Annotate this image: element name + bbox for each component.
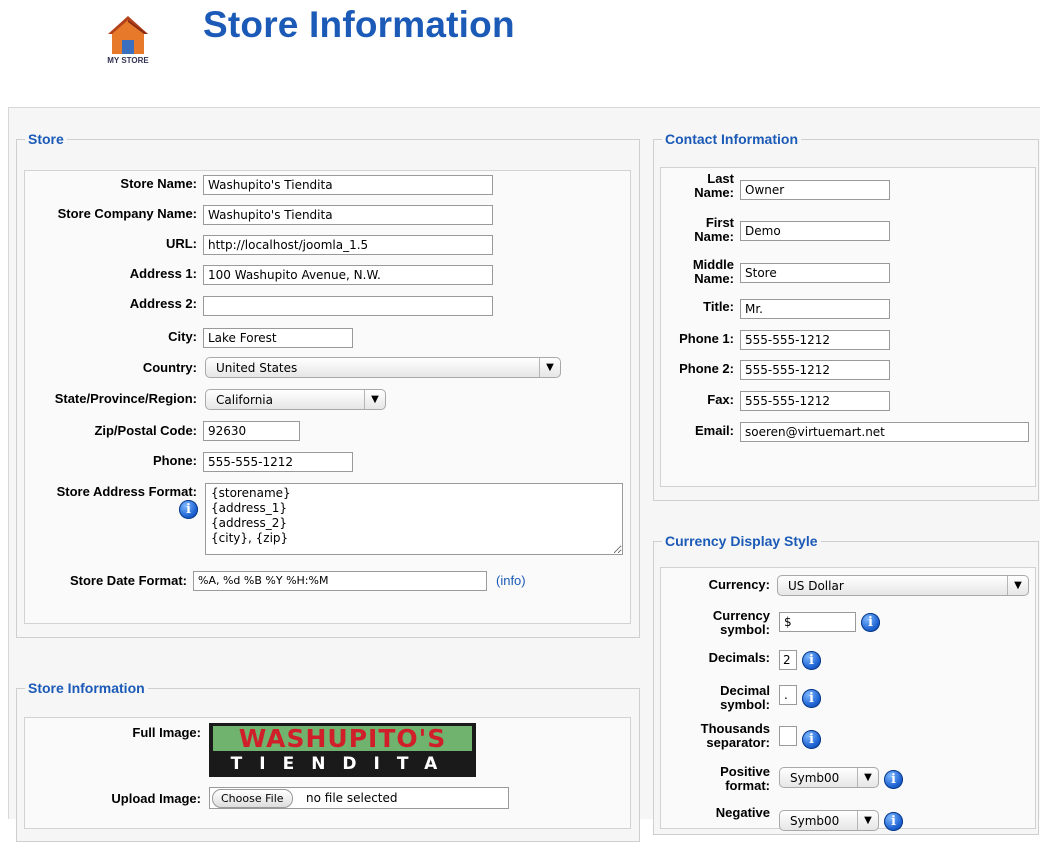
info-icon[interactable]: i <box>884 770 903 789</box>
country-value: United States <box>216 361 298 375</box>
last-name-input[interactable]: Owner <box>740 180 890 200</box>
decimals-label: Decimals: <box>708 650 770 665</box>
store-logo-icon: MY STORE <box>96 8 160 66</box>
positive-format-select[interactable]: Symb00 ▼ <box>779 767 879 788</box>
zip-label: Zip/Postal Code: <box>94 423 197 438</box>
info-icon[interactable]: i <box>802 730 821 749</box>
store-name-label: Store Name: <box>120 176 197 191</box>
full-image-label: Full Image: <box>132 725 201 740</box>
currency-symbol-label: Currency symbol: <box>712 608 770 637</box>
info-icon[interactable]: i <box>179 500 198 519</box>
currency-select[interactable]: US Dollar ▼ <box>777 575 1029 596</box>
info-icon[interactable]: i <box>884 812 903 831</box>
fax-label: Fax: <box>707 392 734 407</box>
decimals-input[interactable]: 2 <box>779 650 797 670</box>
state-value: California <box>216 393 273 407</box>
no-file-text: no file selected <box>306 791 398 805</box>
date-format-info-link[interactable]: (info) <box>496 573 526 588</box>
logo-text: MY STORE <box>107 56 149 65</box>
negative-format-value: Symb00 <box>790 814 840 828</box>
date-format-input[interactable]: %A, %d %B %Y %H:%M <box>193 571 487 591</box>
state-label: State/Province/Region: <box>54 391 197 406</box>
store-legend: Store <box>28 131 64 147</box>
positive-format-label: Positive format: <box>720 764 770 793</box>
url-input[interactable]: http://localhost/joomla_1.5 <box>203 235 493 255</box>
info-icon[interactable]: i <box>802 651 821 670</box>
phone-label: Phone: <box>152 453 197 468</box>
chevron-down-icon: ▼ <box>857 768 878 787</box>
city-input[interactable]: Lake Forest <box>203 328 353 348</box>
logo-title-text: WASHUPITO'S <box>213 726 472 751</box>
upload-image-field: Choose File no file selected <box>209 787 509 809</box>
decimal-symbol-label: Decimal symbol: <box>720 683 770 712</box>
middle-name-input[interactable]: Store <box>740 263 890 283</box>
zip-input[interactable]: 92630 <box>203 421 300 441</box>
state-select[interactable]: California ▼ <box>205 389 386 410</box>
address1-label: Address 1: <box>129 266 197 281</box>
phone-input[interactable]: 555-555-1212 <box>203 452 353 472</box>
phone2-label: Phone 2: <box>679 361 734 376</box>
title-input[interactable]: Mr. <box>740 299 890 319</box>
chevron-down-icon: ▼ <box>364 390 385 409</box>
fax-input[interactable]: 555-555-1212 <box>740 391 890 411</box>
info-icon[interactable]: i <box>802 689 821 708</box>
title-label: Title: <box>703 299 734 314</box>
phone1-label: Phone 1: <box>679 331 734 346</box>
store-logo-image: WASHUPITO'S TIENDITA <box>209 723 476 777</box>
middle-name-label: Middle Name: <box>692 257 734 286</box>
address2-label: Address 2: <box>129 296 197 311</box>
company-name-label: Store Company Name: <box>57 206 197 221</box>
address2-input[interactable] <box>203 296 493 316</box>
info-icon[interactable]: i <box>861 613 880 632</box>
date-format-label: Store Date Format: <box>69 573 187 588</box>
chevron-down-icon: ▼ <box>539 358 560 377</box>
thousands-separator-label: Thousands separator: <box>700 721 770 750</box>
thousands-separator-input[interactable] <box>779 726 797 746</box>
store-info-legend: Store Information <box>28 680 145 696</box>
decimal-symbol-input[interactable]: . <box>779 685 797 705</box>
page-header: MY STORE Store Information <box>0 0 1040 70</box>
first-name-input[interactable]: Demo <box>740 221 890 241</box>
chevron-down-icon: ▼ <box>857 811 878 830</box>
page-title: Store Information <box>203 4 515 45</box>
currency-symbol-input[interactable]: $ <box>779 612 856 632</box>
phone2-input[interactable]: 555-555-1212 <box>740 360 890 380</box>
last-name-label: Last Name: <box>694 171 734 200</box>
first-name-label: First Name: <box>694 215 734 244</box>
currency-value: US Dollar <box>788 579 844 593</box>
currency-legend: Currency Display Style <box>665 533 818 549</box>
choose-file-button[interactable]: Choose File <box>212 789 293 808</box>
logo-subtitle-text: TIENDITA <box>230 754 455 774</box>
country-select[interactable]: United States ▼ <box>205 357 561 378</box>
country-label: Country: <box>142 360 197 375</box>
chevron-down-icon: ▼ <box>1007 576 1028 595</box>
city-label: City: <box>168 329 197 344</box>
url-label: URL: <box>165 236 197 251</box>
store-name-input[interactable]: Washupito's Tiendita <box>203 175 493 195</box>
email-input[interactable]: soeren@virtuemart.net <box>740 422 1029 442</box>
address1-input[interactable]: 100 Washupito Avenue, N.W. <box>203 265 493 285</box>
phone1-input[interactable]: 555-555-1212 <box>740 330 890 350</box>
address-format-textarea[interactable]: {storename} {address_1} {address_2} {cit… <box>205 483 623 555</box>
company-name-input[interactable]: Washupito's Tiendita <box>203 205 493 225</box>
currency-label: Currency: <box>708 577 770 592</box>
contact-legend: Contact Information <box>665 131 798 147</box>
negative-format-select[interactable]: Symb00 ▼ <box>779 810 879 831</box>
email-label: Email: <box>694 423 734 438</box>
upload-image-label: Upload Image: <box>111 791 201 806</box>
positive-format-value: Symb00 <box>790 771 840 785</box>
address-format-label: Store Address Format: <box>56 484 197 499</box>
